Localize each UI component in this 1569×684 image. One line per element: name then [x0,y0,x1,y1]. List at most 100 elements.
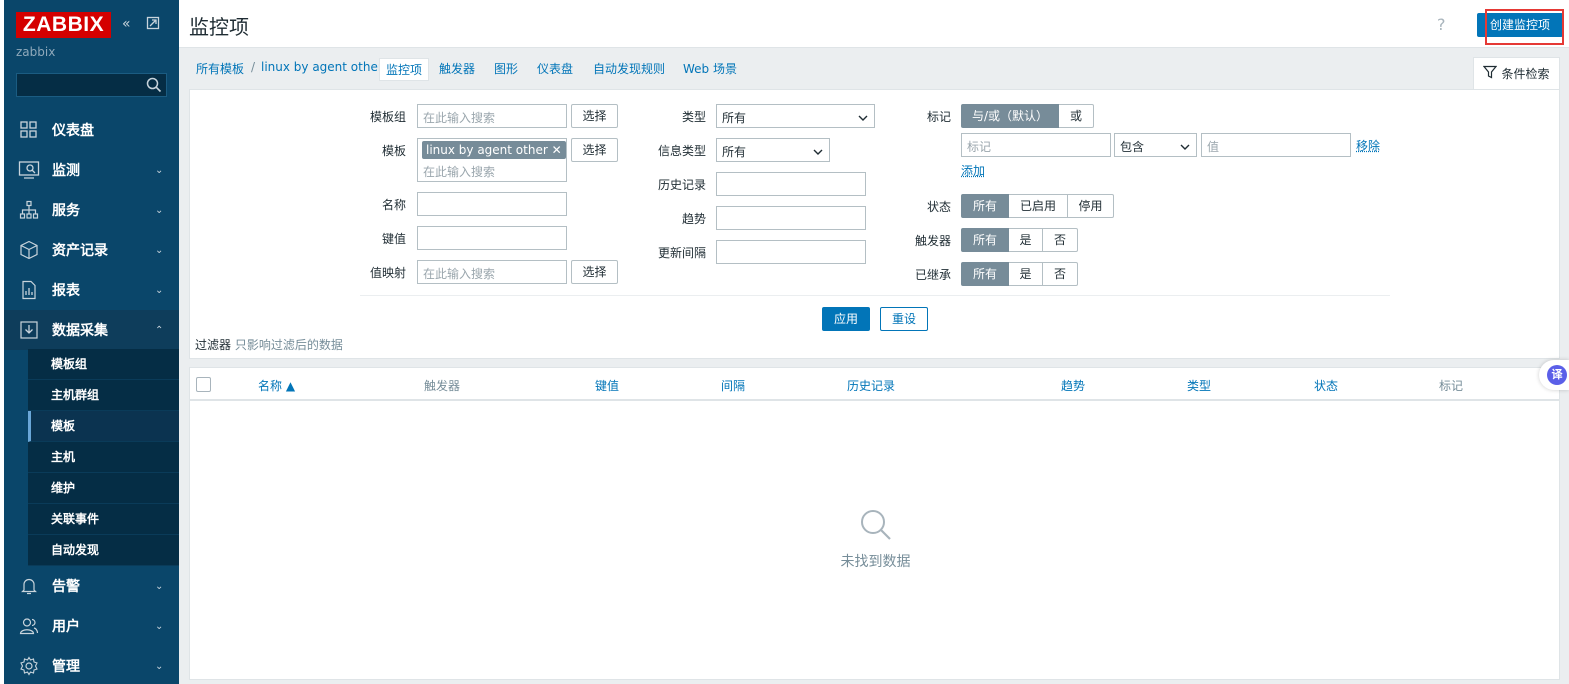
inherited-option-yes[interactable]: 是 [1009,262,1043,286]
name-input[interactable] [417,192,567,216]
info-type-select[interactable]: 所有 [716,138,830,162]
translate-widget[interactable]: 译 [1539,360,1569,390]
breadcrumb-template[interactable]: linux by agent other [261,60,383,74]
inventory-icon [18,239,40,261]
nav-services[interactable]: 服务 ⌄ [4,190,179,230]
history-input[interactable] [716,172,866,196]
triggers-label: 触发器 [914,234,951,248]
tags-and-or-option[interactable]: 与/或（默认） [961,104,1059,128]
nav-label: 数据采集 [52,323,108,339]
state-option-disabled[interactable]: 停用 [1068,194,1114,218]
apply-button[interactable]: 应用 [822,307,870,331]
column-key[interactable]: 键值 [595,377,619,394]
tag-add-link[interactable]: 添加 [961,162,985,179]
template-group-select-button[interactable]: 选择 [571,104,618,128]
tab-web-scenarios[interactable]: Web 场景 [683,60,737,77]
type-label: 类型 [681,110,706,124]
help-icon[interactable]: ? [1437,15,1446,34]
nav-alerts[interactable]: 告警 ⌄ [4,566,179,606]
chevron-down-icon: ⌄ [155,244,164,256]
submenu-hosts[interactable]: 主机 [28,442,179,473]
tags-or-option[interactable]: 或 [1059,104,1094,128]
tag-operator-select[interactable]: 包含 [1114,133,1197,157]
inherited-toggle: 所有 是 否 [961,262,1078,286]
submenu-discovery[interactable]: 自动发现 [28,535,179,566]
value-map-input[interactable]: 在此输入搜索 [417,260,567,284]
template-chip[interactable]: linux by agent other ✕ [422,141,566,159]
chevron-down-icon: ⌄ [155,620,164,632]
select-all-checkbox[interactable] [196,377,211,392]
nav-users[interactable]: 用户 ⌄ [4,606,179,646]
kiosk-mode-icon[interactable] [146,16,160,34]
chevron-down-icon: ⌄ [155,164,164,176]
column-history[interactable]: 历史记录 [847,377,895,394]
translate-icon: 译 [1547,365,1567,385]
type-select[interactable]: 所有 [716,104,875,128]
submenu-template-groups[interactable]: 模板组 [28,349,179,380]
triggers-option-yes[interactable]: 是 [1009,228,1043,252]
tab-discovery-rules[interactable]: 自动发现规则 [593,60,665,77]
main-content: 监控项 ? 创建监控项 所有模板 / linux by agent other … [179,0,1569,684]
reports-icon [18,279,40,301]
chevron-down-icon [858,111,868,125]
column-type[interactable]: 类型 [1187,377,1211,394]
submenu-templates[interactable]: 模板 [28,411,179,442]
column-trends[interactable]: 趋势 [1061,377,1085,394]
template-chip-label: linux by agent other [426,143,548,157]
column-name[interactable]: 名称 ▲ [258,377,295,394]
state-option-all[interactable]: 所有 [961,194,1009,218]
state-toggle: 所有 已启用 停用 [961,194,1114,218]
value-map-select-button[interactable]: 选择 [571,260,618,284]
column-tags: 标记 [1439,379,1464,393]
template-label: 模板 [381,144,406,158]
nav-monitoring[interactable]: 监测 ⌄ [4,150,179,190]
inherited-option-no[interactable]: 否 [1043,262,1078,286]
interval-input[interactable] [716,240,866,264]
tab-triggers[interactable]: 触发器 [439,60,475,77]
zabbix-logo[interactable]: ZABBIX [16,12,111,38]
services-icon [18,199,40,221]
info-type-label: 信息类型 [657,144,706,158]
nav-reports[interactable]: 报表 ⌄ [4,270,179,310]
template-group-input[interactable]: 在此输入搜索 [417,104,567,128]
reset-button[interactable]: 重设 [880,307,928,331]
nav-dashboard[interactable]: 仪表盘 [4,110,179,150]
nav-label: 用户 [52,619,80,635]
inherited-option-all[interactable]: 所有 [961,262,1009,286]
tab-items[interactable]: 监控项 [379,58,430,81]
collapse-sidebar-icon[interactable]: « [122,16,131,32]
sidebar-search-input[interactable] [16,73,167,97]
state-option-enabled[interactable]: 已启用 [1009,194,1068,218]
breadcrumb-all-templates[interactable]: 所有模板 [196,60,244,77]
search-icon[interactable] [146,77,162,96]
bell-icon [18,575,40,597]
value-map-label: 值映射 [369,266,406,280]
nav-data-collection[interactable]: 数据采集 ⌃ [4,310,179,350]
trends-input[interactable] [716,206,866,230]
nav-label: 监测 [52,163,80,179]
column-interval[interactable]: 间隔 [721,377,745,394]
nav-administration[interactable]: 管理 ⌄ [4,646,179,684]
tag-remove-link[interactable]: 移除 [1356,137,1380,154]
triggers-option-no[interactable]: 否 [1043,228,1078,252]
close-icon[interactable]: ✕ [552,143,562,157]
server-name: zabbix [16,45,56,59]
highlight-box [1485,9,1564,45]
tab-graphs[interactable]: 图形 [494,60,518,77]
submenu-event-correlation[interactable]: 关联事件 [28,504,179,535]
column-status[interactable]: 状态 [1314,377,1338,394]
submenu-host-groups[interactable]: 主机群组 [28,380,179,411]
template-group-label: 模板组 [369,110,406,124]
tab-dashboards[interactable]: 仪表盘 [537,60,573,77]
tag-name-input[interactable]: 标记 [961,133,1111,157]
page-title: 监控项 [189,15,249,39]
nav-label: 资产记录 [52,243,108,259]
submenu-maintenance[interactable]: 维护 [28,473,179,504]
template-select-button[interactable]: 选择 [571,138,618,162]
triggers-option-all[interactable]: 所有 [961,228,1009,252]
key-input[interactable] [417,226,567,250]
filter-divider [360,295,1390,296]
tag-value-input[interactable]: 值 [1201,133,1351,157]
nav-inventory[interactable]: 资产记录 ⌄ [4,230,179,270]
filter-toggle-tab[interactable]: 条件检索 [1473,57,1560,89]
